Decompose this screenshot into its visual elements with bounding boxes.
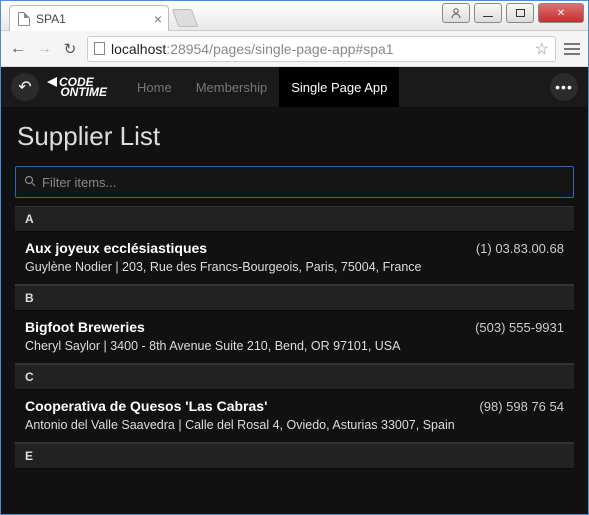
file-icon — [18, 12, 30, 26]
app-back-button[interactable]: ↶ — [11, 73, 39, 101]
supplier-phone: (1) 03.83.00.68 — [476, 241, 564, 256]
tab-title: SPA1 — [36, 12, 66, 26]
user-icon[interactable] — [442, 3, 470, 23]
chrome-menu-icon[interactable] — [564, 41, 580, 57]
close-tab-icon[interactable]: × — [154, 11, 162, 27]
nav-link[interactable]: Single Page App — [279, 67, 399, 107]
address-bar[interactable]: localhost:28954/pages/single-page-app#sp… — [87, 36, 556, 62]
search-icon — [24, 175, 36, 190]
supplier-name: Cooperativa de Quesos 'Las Cabras' — [25, 398, 479, 414]
supplier-name: Bigfoot Breweries — [25, 319, 475, 335]
group-header[interactable]: A — [15, 206, 574, 232]
supplier-phone: (98) 598 76 54 — [479, 399, 564, 414]
nav-link[interactable]: Membership — [184, 67, 280, 107]
list-item[interactable]: Bigfoot Breweries(503) 555-9931 Cheryl Sa… — [15, 311, 574, 364]
bookmark-icon[interactable]: ☆ — [535, 39, 549, 59]
supplier-name: Aux joyeux ecclésiastiques — [25, 240, 476, 256]
supplier-detail: Guylène Nodier | 203, Rue des Francs-Bou… — [25, 260, 564, 274]
supplier-list: AAux joyeux ecclésiastiques(1) 03.83.00.… — [15, 206, 574, 469]
page-icon — [94, 42, 105, 55]
supplier-phone: (503) 555-9931 — [475, 320, 564, 335]
group-header[interactable]: C — [15, 364, 574, 390]
minimize-button[interactable] — [474, 3, 502, 23]
reload-button[interactable]: ↻ — [61, 40, 79, 58]
nav-link[interactable]: Home — [125, 67, 184, 107]
more-menu-button[interactable]: ••• — [550, 73, 578, 101]
list-item[interactable]: Aux joyeux ecclésiastiques(1) 03.83.00.6… — [15, 232, 574, 285]
app-logo: CODE ONTIME — [47, 77, 107, 98]
url-path: :28954/pages/single-page-app#spa1 — [166, 41, 393, 57]
maximize-button[interactable] — [506, 3, 534, 23]
filter-placeholder: Filter items... — [42, 175, 116, 190]
filter-input[interactable]: Filter items... — [15, 166, 574, 198]
supplier-detail: Antonio del Valle Saavedra | Calle del R… — [25, 418, 564, 432]
list-item[interactable]: Cooperativa de Quesos 'Las Cabras'(98) 5… — [15, 390, 574, 443]
supplier-detail: Cheryl Saylor | 3400 - 8th Avenue Suite … — [25, 339, 564, 353]
page-title: Supplier List — [17, 121, 574, 152]
forward-button: → — [35, 40, 53, 58]
browser-tab[interactable]: SPA1 × — [9, 5, 169, 31]
group-header[interactable]: B — [15, 285, 574, 311]
close-window-button[interactable]: ✕ — [538, 3, 584, 23]
window-titlebar: SPA1 × ✕ — [1, 1, 588, 31]
app-toolbar: ↶ CODE ONTIME HomeMembershipSingle Page … — [1, 67, 588, 107]
group-header[interactable]: E — [15, 443, 574, 469]
back-button[interactable]: ← — [9, 40, 27, 58]
address-bar-row: ← → ↻ localhost:28954/pages/single-page-… — [1, 31, 588, 67]
url-host: localhost — [111, 41, 166, 57]
